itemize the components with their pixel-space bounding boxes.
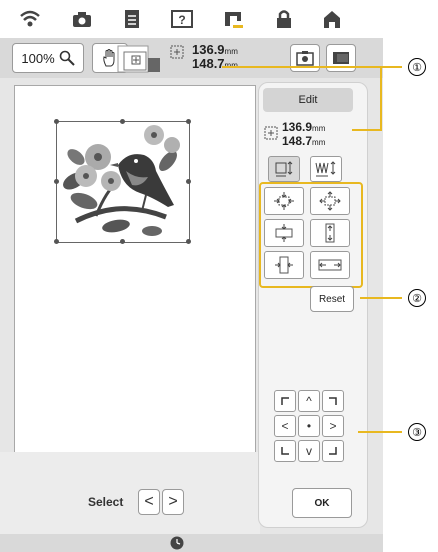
selection-frame [56, 121, 190, 243]
size-icon [170, 45, 184, 59]
selection-handle[interactable] [186, 239, 191, 244]
help-icon[interactable]: ? [170, 7, 194, 31]
callout-line [380, 66, 382, 130]
zoom-label: 100% [21, 50, 55, 66]
density-mode-icon [315, 161, 336, 177]
edit-tab[interactable]: Edit [263, 88, 353, 112]
ok-button[interactable]: OK [292, 488, 352, 518]
zoom-button[interactable]: 100% [12, 43, 84, 73]
callout-3: ③ [408, 423, 426, 441]
enlarge-vertical-button[interactable] [310, 219, 350, 247]
size-icon [264, 126, 278, 140]
enlarge-vertical-icon [325, 223, 335, 243]
corner-arrow-icon [329, 447, 337, 455]
panel-size-readout: 136.9mm 148.7mm [262, 120, 354, 150]
select-prev-button[interactable]: < [138, 489, 160, 515]
shrink-vertical-button[interactable] [264, 219, 304, 247]
move-up-left-button[interactable] [274, 390, 296, 412]
shrink-proportional-button[interactable] [264, 187, 304, 215]
selection-handle[interactable] [186, 119, 191, 124]
density-mode-button[interactable] [310, 156, 342, 182]
corner-arrow-icon [281, 397, 289, 405]
status-bar [0, 534, 383, 552]
toolbar-height: 148.7mm [192, 56, 238, 71]
panel-height: 148.7mm [282, 134, 326, 148]
camera-icon[interactable] [70, 7, 94, 31]
selection-handle[interactable] [120, 239, 125, 244]
bottom-area [0, 452, 260, 534]
scan-icon [296, 51, 314, 66]
move-down-right-button[interactable] [322, 440, 344, 462]
enlarge-icon [319, 191, 341, 211]
lock-icon[interactable] [272, 7, 296, 31]
selection-handle[interactable] [54, 179, 59, 184]
move-center-button[interactable]: • [298, 415, 320, 437]
sewing-machine-icon[interactable] [222, 7, 246, 31]
clock-icon [170, 536, 184, 550]
callout-line [352, 129, 382, 131]
background-icon [333, 52, 349, 64]
move-down-button[interactable]: v [298, 440, 320, 462]
shrink-horizontal-button[interactable] [264, 251, 304, 279]
reset-button[interactable]: Reset [310, 286, 354, 312]
shrink-horizontal-icon [275, 256, 293, 274]
toolbar-width: 136.9mm [192, 42, 238, 57]
move-left-button[interactable]: < [274, 415, 296, 437]
document-icon[interactable] [120, 7, 144, 31]
selection-handle[interactable] [54, 119, 59, 124]
move-right-button[interactable]: > [322, 415, 344, 437]
resize-mode-icon [275, 161, 293, 177]
panel-width: 136.9mm [282, 120, 326, 134]
frame-display-button[interactable] [112, 42, 162, 74]
callout-line [360, 297, 402, 299]
wifi-icon[interactable] [18, 7, 42, 31]
callout-1: ① [408, 58, 426, 76]
enlarge-proportional-button[interactable] [310, 187, 350, 215]
corner-arrow-icon [329, 397, 337, 405]
shrink-vertical-icon [275, 224, 293, 242]
corner-arrow-icon [281, 447, 289, 455]
enlarge-horizontal-button[interactable] [310, 251, 350, 279]
move-down-left-button[interactable] [274, 440, 296, 462]
callout-line [222, 66, 402, 68]
home-icon[interactable] [320, 7, 344, 31]
top-bar: ? [0, 0, 383, 38]
move-up-button[interactable]: ^ [298, 390, 320, 412]
toolbar: 100% 136.9mm 148.7mm [0, 38, 383, 78]
select-next-button[interactable]: > [162, 489, 184, 515]
zoom-icon [59, 50, 75, 66]
enlarge-horizontal-icon [318, 259, 342, 271]
selection-handle[interactable] [186, 179, 191, 184]
svg-text:?: ? [178, 13, 185, 27]
move-up-right-button[interactable] [322, 390, 344, 412]
shrink-icon [274, 192, 294, 210]
resize-mode-button[interactable] [268, 156, 300, 182]
callout-line [358, 431, 402, 433]
screen: ? 100% 136.9mm 148.7mm [0, 0, 383, 552]
selection-handle[interactable] [54, 239, 59, 244]
select-label: Select [88, 495, 124, 509]
callout-2: ② [408, 289, 426, 307]
selection-handle[interactable] [120, 119, 125, 124]
